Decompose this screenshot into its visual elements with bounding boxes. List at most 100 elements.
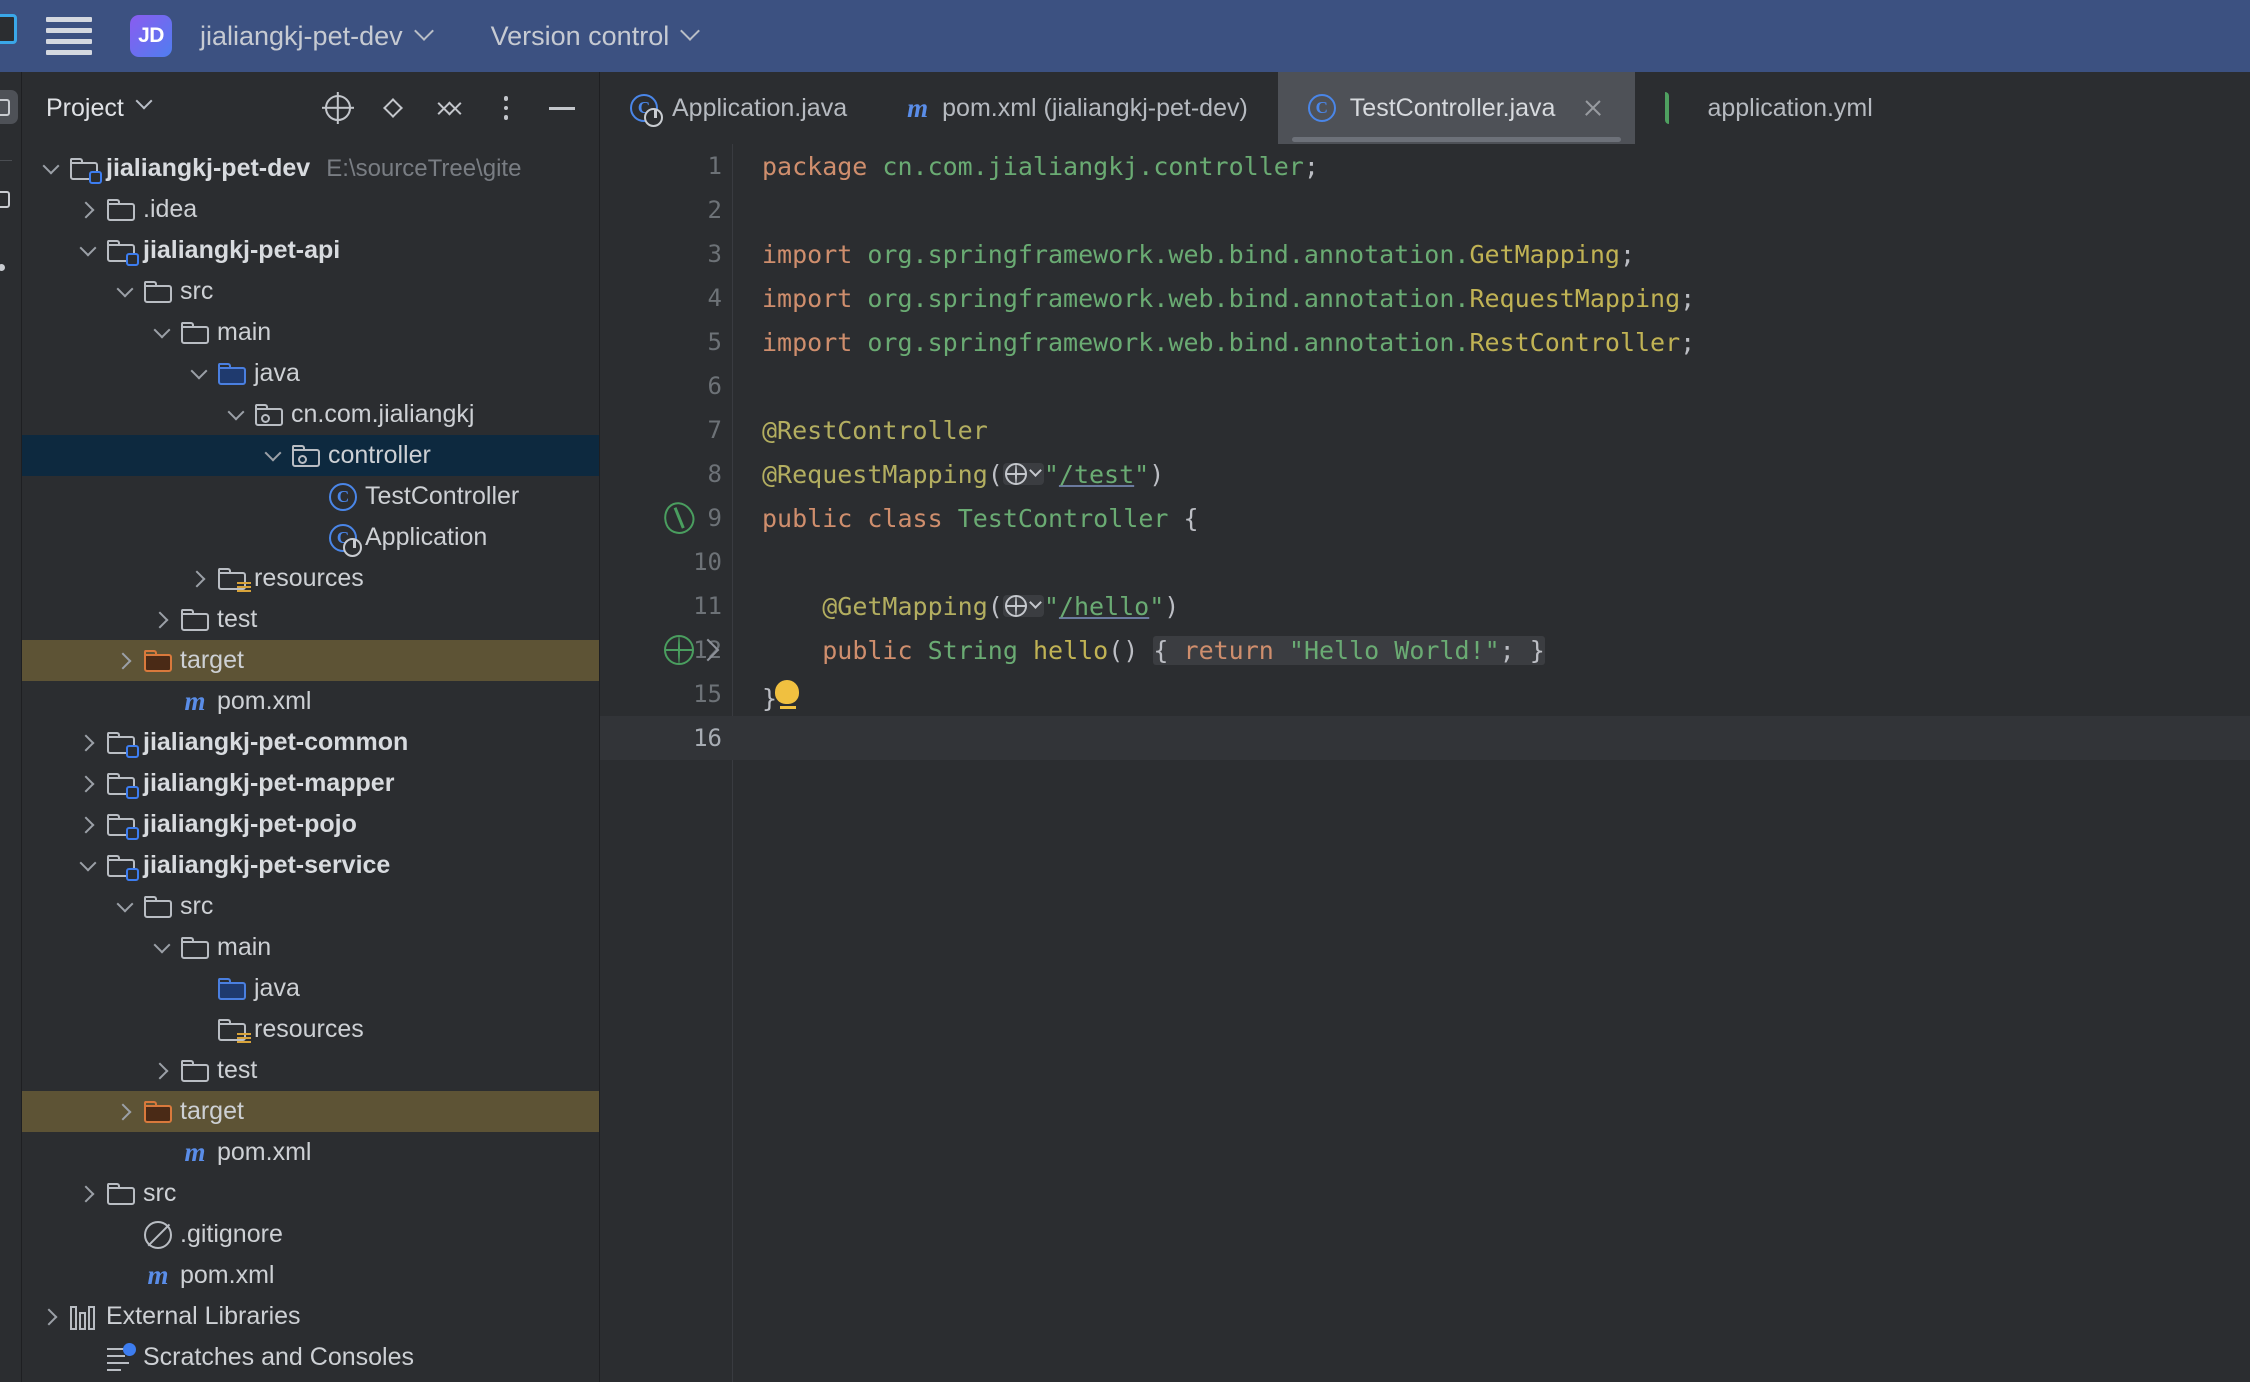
tree-row-pom-xml[interactable]: m pom.xml (22, 1255, 599, 1296)
tree-row-jialiangkj-pet-pojo[interactable]: jialiangkj-pet-pojo (22, 804, 599, 845)
tree-row-jialiangkj-pet-common[interactable]: jialiangkj-pet-common (22, 722, 599, 763)
chevron-down-icon[interactable] (110, 280, 140, 298)
chevron-right-icon[interactable] (147, 611, 177, 628)
tree-row-jialiangkj-pet-dev[interactable]: jialiangkj-pet-dev E:\sourceTree\gite (22, 148, 599, 189)
url-mapping-gutter-globe-icon[interactable] (1002, 462, 1044, 485)
chevron-right-icon[interactable] (73, 201, 103, 218)
tree-row-test[interactable]: test (22, 1050, 599, 1091)
tree-row-jialiangkj-pet-mapper[interactable]: jialiangkj-pet-mapper (22, 763, 599, 804)
keyword-class: class (867, 503, 943, 533)
tree-node-label: test (217, 605, 258, 633)
chevron-down-icon[interactable] (221, 403, 251, 421)
version-control-selector[interactable]: Version control (491, 21, 701, 52)
chevron-down-icon (680, 21, 701, 41)
select-opened-file-icon[interactable] (323, 93, 353, 123)
quote: " (1149, 591, 1165, 621)
tree-row-resources[interactable]: resources (22, 1009, 599, 1050)
tool-window-project-button[interactable] (0, 90, 18, 124)
tool-window-commit-button[interactable] (0, 182, 18, 216)
editor-tab-application-yml[interactable]: application.yml (1635, 72, 1902, 144)
tree-row-target[interactable]: target (22, 640, 599, 681)
chevron-down-icon[interactable] (36, 157, 66, 175)
chevron-right-icon[interactable] (36, 1308, 66, 1325)
tree-row-test[interactable]: test (22, 599, 599, 640)
project-tree[interactable]: jialiangkj-pet-dev E:\sourceTree\gite .ide… (22, 144, 599, 1382)
chevron-right-icon[interactable] (73, 775, 103, 792)
tree-row-main[interactable]: main (22, 927, 599, 968)
line-gutter: 1 (600, 144, 732, 188)
line-number: 5 (707, 328, 722, 356)
intention-bulb-icon[interactable] (775, 680, 801, 712)
chevron-right-icon[interactable] (73, 734, 103, 751)
code-line-current: 16 (600, 716, 2250, 760)
editor-tab-bar[interactable]: C Application.java m pom.xml (jialiangkj-pe… (600, 72, 2250, 144)
close-icon[interactable] (1581, 96, 1605, 120)
code-line: 11 @GetMapping("/hello") (600, 584, 2250, 628)
expand-collapse-icon[interactable] (379, 93, 409, 123)
hide-icon[interactable] (547, 93, 577, 123)
tree-row-cn-com-jialiangkj[interactable]: cn.com.jialiangkj (22, 394, 599, 435)
tree-row-controller[interactable]: controller (22, 435, 599, 476)
tree-node-label: pom.xml (217, 1138, 312, 1166)
editor-tab-testcontroller-java[interactable]: C TestController.java (1277, 72, 1636, 144)
tree-node-label: test (217, 1056, 258, 1084)
chevron-down-icon[interactable] (147, 321, 177, 339)
tab-label: application.yml (1707, 93, 1873, 122)
chevron-down-icon[interactable] (184, 362, 214, 380)
fold-expand-chevron-icon[interactable] (696, 638, 720, 662)
chevron-right-icon[interactable] (147, 1062, 177, 1079)
chevron-right-icon[interactable] (73, 816, 103, 833)
chevron-right-icon[interactable] (110, 652, 140, 669)
chevron-right-icon[interactable] (184, 570, 214, 587)
tree-row-src[interactable]: src (22, 271, 599, 312)
chevron-down-icon[interactable] (73, 854, 103, 872)
tree-row-src[interactable]: src (22, 886, 599, 927)
tree-row-java[interactable]: java (22, 353, 599, 394)
url-path-link[interactable]: /test (1059, 460, 1134, 489)
java-class-runnable-icon: C (630, 94, 663, 127)
chevron-down-icon[interactable] (147, 936, 177, 954)
excluded-folder-icon (144, 1100, 172, 1123)
brace-open: { (1153, 635, 1169, 665)
chevron-down-icon[interactable] (110, 895, 140, 913)
tree-row-pom-xml[interactable]: m pom.xml (22, 1132, 599, 1173)
tree-row-target[interactable]: target (22, 1091, 599, 1132)
code-editor[interactable]: 1 package cn.com.jialiangkj.controller; … (600, 144, 2250, 1382)
project-selector[interactable]: JD jialiangkj-pet-dev (92, 15, 434, 57)
string-hello-world: "Hello World!" (1288, 635, 1500, 665)
tree-row-resources[interactable]: resources (22, 558, 599, 599)
tree-row-scratches-and-consoles[interactable]: Scratches and Consoles (22, 1337, 599, 1378)
tree-row-main[interactable]: main (22, 312, 599, 353)
tree-row-external-libraries[interactable]: External Libraries (22, 1296, 599, 1337)
tree-row-pom-xml[interactable]: m pom.xml (22, 681, 599, 722)
editor-tab-application-java[interactable]: C Application.java (600, 72, 877, 144)
project-view-chevron-down-icon[interactable] (135, 92, 153, 117)
tree-row-src[interactable]: src (22, 1173, 599, 1214)
tree-row-jialiangkj-pet-service[interactable]: jialiangkj-pet-service (22, 845, 599, 886)
tool-window-bookmarks-button[interactable] (0, 250, 18, 284)
tree-node-icon (103, 813, 139, 840)
chevron-right-icon[interactable] (110, 1103, 140, 1120)
tree-row-jialiangkj-pet-api[interactable]: jialiangkj-pet-api (22, 230, 599, 271)
tree-row-testcontroller[interactable]: C TestController (22, 476, 599, 517)
paren-open: ( (987, 591, 1003, 621)
code-line: 9 public class TestController { (600, 496, 2250, 540)
tree-row-java[interactable]: java (22, 968, 599, 1009)
main-menu-button[interactable] (46, 16, 92, 56)
options-icon[interactable] (491, 93, 521, 123)
tree-row--gitignore[interactable]: .gitignore (22, 1214, 599, 1255)
chevron-down-icon[interactable] (73, 239, 103, 257)
folder-icon (181, 1059, 209, 1082)
spring-bean-icon[interactable] (659, 497, 699, 539)
chevron-right-icon[interactable] (73, 1185, 103, 1202)
chevron-down-icon[interactable] (258, 444, 288, 462)
folded-region[interactable]: { return "Hello World!"; } (1153, 635, 1545, 665)
editor-tab-pom-xml-jialiangkj-pet-dev-[interactable]: m pom.xml (jialiangkj-pet-dev) (877, 72, 1278, 144)
url-path-link[interactable]: /hello (1059, 592, 1149, 621)
tree-row-application[interactable]: C Application (22, 517, 599, 558)
collapse-all-icon[interactable] (435, 91, 465, 126)
line-gutter: 3 (600, 232, 732, 276)
tree-row--idea[interactable]: .idea (22, 189, 599, 230)
url-mapping-gutter-globe-icon[interactable] (1002, 594, 1044, 617)
spring-endpoint-icon[interactable] (664, 635, 694, 665)
